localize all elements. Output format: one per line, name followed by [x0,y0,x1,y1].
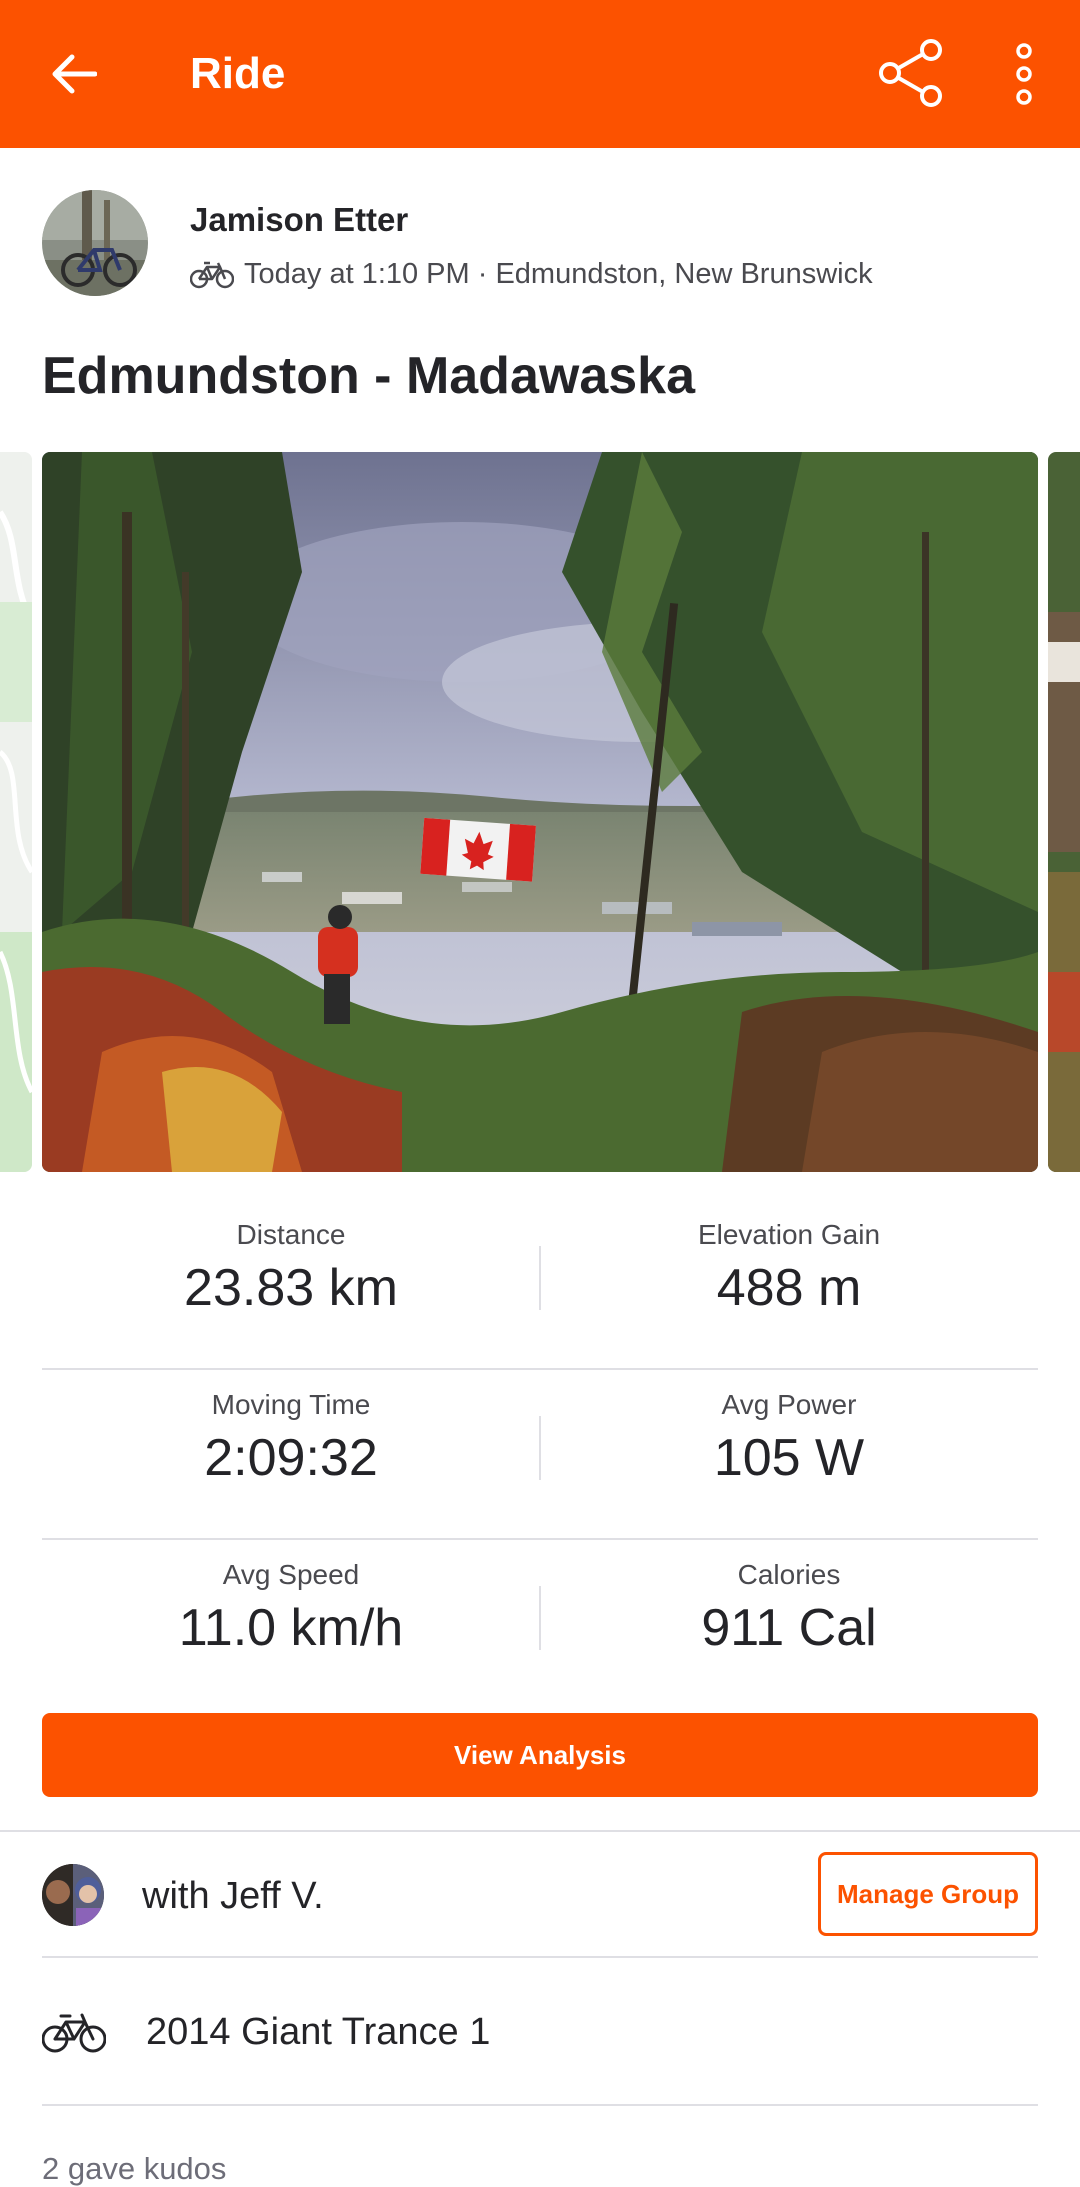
gear-name[interactable]: 2014 Giant Trance 1 [146,2010,490,2054]
stat-label: Distance [236,1219,346,1250]
activity-time-location: Today at 1:10 PM · Edmundston, New Bruns… [244,257,873,290]
stat-distance: Distance 23.83 km [42,1200,540,1318]
activity-title: Edmundston - Madawaska [42,347,695,405]
row-divider [42,1956,1038,1958]
share-button[interactable] [876,38,946,108]
stats-row: Moving Time 2:09:32 Avg Power 105 W [42,1370,1038,1540]
stat-value: 2:09:32 [204,1429,378,1487]
stat-value: 11.0 km/h [178,1599,404,1657]
stat-calories: Calories 911 Cal [540,1540,1038,1658]
map-preview-partial[interactable] [0,452,32,1172]
kudos-count[interactable]: 2 gave kudos [42,2150,226,2187]
stat-label: Moving Time [211,1389,371,1420]
stat-label: Calories [737,1559,841,1590]
page-title: Ride [190,49,286,98]
stats-row: Avg Speed 11.0 km/h Calories 911 Cal [42,1540,1038,1710]
row-divider [42,2104,1038,2106]
stat-avg-speed: Avg Speed 11.0 km/h [42,1540,540,1658]
stat-value: 23.83 km [184,1259,398,1317]
section-divider [0,1830,1080,1832]
stat-value: 488 m [716,1259,862,1317]
stat-label: Avg Power [721,1389,857,1420]
stat-label: Avg Speed [222,1559,360,1590]
activity-photo[interactable] [42,452,1038,1172]
group-members-text[interactable]: with Jeff V. [142,1874,324,1918]
stats-grid: Distance 23.83 km Elevation Gain 488 m M… [42,1200,1038,1710]
back-arrow-icon [52,54,97,94]
back-button[interactable] [42,40,106,108]
group-avatar[interactable] [42,1864,104,1926]
athlete-avatar[interactable] [42,190,148,296]
next-photo-partial[interactable] [1048,452,1080,1172]
bike-icon [190,261,234,289]
app-bar: Ride [0,0,1080,148]
share-icon [879,39,942,107]
stat-label: Elevation Gain [697,1219,881,1250]
more-options-button[interactable] [1002,40,1046,108]
stat-value: 105 W [713,1429,865,1487]
athlete-name[interactable]: Jamison Etter [190,200,408,240]
bike-icon [42,2013,106,2053]
more-vert-icon [1016,43,1032,105]
stat-avg-power: Avg Power 105 W [540,1370,1038,1488]
stats-row: Distance 23.83 km Elevation Gain 488 m [42,1200,1038,1370]
activity-meta: Today at 1:10 PM · Edmundston, New Bruns… [190,254,873,294]
manage-group-button[interactable]: Manage Group [818,1852,1038,1936]
view-analysis-button[interactable]: View Analysis [42,1713,1038,1797]
stat-value: 911 Cal [701,1599,877,1657]
stat-moving-time: Moving Time 2:09:32 [42,1370,540,1488]
stat-elevation-gain: Elevation Gain 488 m [540,1200,1038,1318]
